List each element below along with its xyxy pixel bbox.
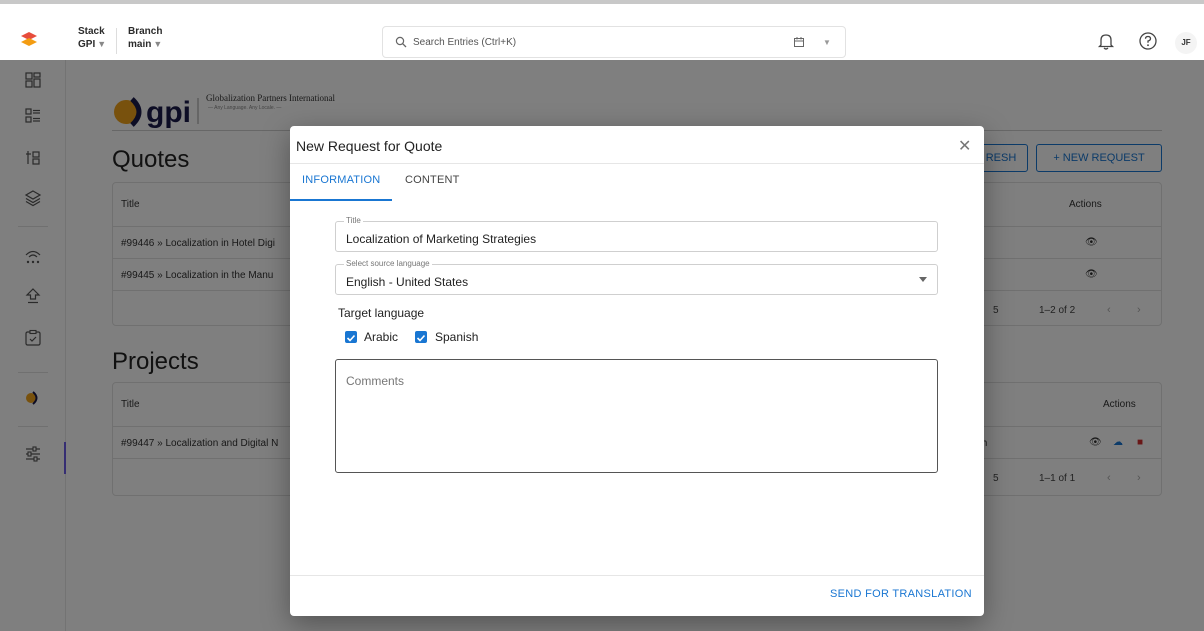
active-tab-indicator xyxy=(290,199,392,201)
search-icon xyxy=(395,36,407,48)
branch-selector[interactable]: Branch main ▼ xyxy=(128,26,162,51)
dropdown-caret-icon[interactable] xyxy=(919,277,927,282)
search-bar[interactable]: Search Entries (Ctrl+K) ▼ xyxy=(382,26,846,58)
spanish-checkbox[interactable] xyxy=(415,331,427,343)
stack-label: Stack xyxy=(78,26,105,37)
spanish-label[interactable]: Spanish xyxy=(435,330,478,344)
title-input[interactable]: Localization of Marketing Strategies xyxy=(346,232,536,246)
branch-caret-icon: ▼ xyxy=(153,39,163,49)
contentstack-logo-icon[interactable] xyxy=(18,28,40,50)
check-icon xyxy=(416,334,426,342)
tab-content[interactable]: CONTENT xyxy=(405,174,460,186)
avatar[interactable]: JF xyxy=(1175,32,1197,54)
close-icon[interactable]: ✕ xyxy=(958,136,971,156)
source-language-select[interactable]: Select source language English - United … xyxy=(335,259,938,295)
dialog-title-divider xyxy=(290,163,984,164)
bell-icon[interactable] xyxy=(1096,31,1116,51)
stack-caret-icon: ▼ xyxy=(97,39,107,49)
new-request-dialog: New Request for Quote ✕ INFORMATION CONT… xyxy=(290,126,984,616)
arabic-label[interactable]: Arabic xyxy=(364,330,398,344)
top-bar: Stack GPI ▼ Branch main ▼ Search Entries (… xyxy=(0,0,1204,60)
title-field[interactable]: Title Localization of Marketing Strategi… xyxy=(335,216,938,252)
check-icon xyxy=(346,334,356,342)
target-language-label: Target language xyxy=(338,306,425,320)
arabic-checkbox[interactable] xyxy=(345,331,357,343)
title-field-label: Title xyxy=(344,216,363,225)
branch-label: Branch xyxy=(128,26,163,37)
comments-textarea[interactable]: Comments xyxy=(335,359,938,473)
send-for-translation-button[interactable]: SEND FOR TRANSLATION xyxy=(830,588,972,600)
source-language-value[interactable]: English - United States xyxy=(346,275,468,289)
stack-value: GPI xyxy=(78,39,96,50)
stack-selector[interactable]: Stack GPI ▼ xyxy=(78,26,106,51)
help-icon[interactable] xyxy=(1138,31,1158,51)
source-language-label: Select source language xyxy=(344,259,432,268)
dialog-footer-divider xyxy=(290,575,984,576)
search-input[interactable]: Search Entries (Ctrl+K) xyxy=(413,37,516,48)
search-filter-caret-icon[interactable]: ▼ xyxy=(823,38,831,47)
calendar-icon[interactable] xyxy=(793,36,805,48)
dialog-title: New Request for Quote xyxy=(296,138,443,154)
tab-information[interactable]: INFORMATION xyxy=(302,174,380,186)
topbar-divider xyxy=(116,28,117,54)
branch-value: main xyxy=(128,39,152,50)
comments-placeholder: Comments xyxy=(346,374,405,388)
